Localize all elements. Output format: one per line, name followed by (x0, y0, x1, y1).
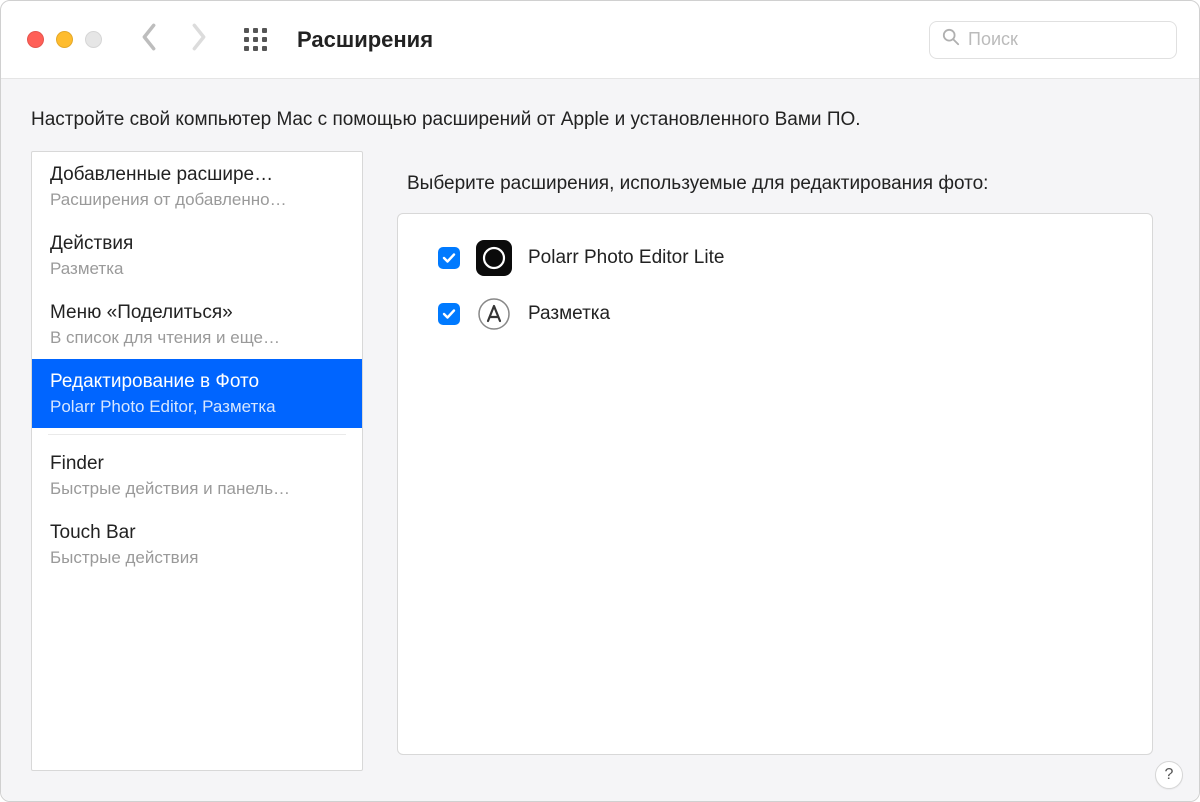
intro-text: Настройте свой компьютер Mac с помощью р… (1, 79, 1199, 151)
window: Расширения Настройте свой компьютер Mac … (0, 0, 1200, 802)
sidebar-divider (48, 434, 346, 435)
sidebar-item-subtitle: Быстрые действия (50, 547, 344, 568)
sidebar-item-subtitle: Разметка (50, 258, 344, 279)
sidebar-item-finder[interactable]: Finder Быстрые действия и панель… (32, 441, 362, 510)
window-controls (27, 31, 102, 48)
sidebar-item-photo-editing[interactable]: Редактирование в Фото Polarr Photo Edito… (32, 359, 362, 428)
titlebar: Расширения (1, 1, 1199, 79)
close-window-button[interactable] (27, 31, 44, 48)
sidebar-item-label: Добавленные расшире… (50, 163, 344, 187)
sidebar-item-touch-bar[interactable]: Touch Bar Быстрые действия (32, 510, 362, 579)
extension-list: Polarr Photo Editor Lite (397, 213, 1153, 755)
search-field[interactable] (929, 21, 1177, 59)
detail-heading: Выберите расширения, используемые для ре… (381, 151, 1169, 213)
sidebar-item-share-menu[interactable]: Меню «Поделиться» В список для чтения и … (32, 290, 362, 359)
markup-icon (476, 296, 512, 332)
sidebar-item-label: Finder (50, 452, 344, 476)
checkbox-markup[interactable] (438, 303, 460, 325)
extension-row-polarr: Polarr Photo Editor Lite (420, 232, 1130, 288)
polarr-icon (476, 240, 512, 276)
extension-label: Разметка (528, 303, 610, 325)
back-button[interactable] (140, 23, 158, 56)
sidebar-item-actions[interactable]: Действия Разметка (32, 221, 362, 290)
all-preferences-icon[interactable] (244, 28, 267, 51)
sidebar-item-subtitle: В список для чтения и еще… (50, 327, 344, 348)
extension-label: Polarr Photo Editor Lite (528, 247, 724, 269)
help-button[interactable]: ? (1155, 761, 1183, 789)
content-body: Настройте свой компьютер Mac с помощью р… (1, 79, 1199, 801)
minimize-window-button[interactable] (56, 31, 73, 48)
columns: Добавленные расшире… Расширения от добав… (1, 151, 1199, 801)
help-icon: ? (1165, 766, 1174, 784)
maximize-window-button[interactable] (85, 31, 102, 48)
extension-row-markup: Разметка (420, 288, 1130, 344)
forward-button[interactable] (190, 23, 208, 56)
sidebar-item-label: Меню «Поделиться» (50, 301, 344, 325)
sidebar-item-label: Редактирование в Фото (50, 370, 344, 394)
search-input[interactable] (968, 29, 1164, 50)
nav-buttons (140, 23, 208, 56)
checkbox-polarr[interactable] (438, 247, 460, 269)
sidebar-item-subtitle: Polarr Photo Editor, Разметка (50, 396, 344, 417)
search-icon (942, 28, 960, 51)
sidebar-item-subtitle: Быстрые действия и панель… (50, 478, 344, 499)
sidebar-item-subtitle: Расширения от добавленно… (50, 189, 344, 210)
sidebar-item-added-extensions[interactable]: Добавленные расшире… Расширения от добав… (32, 152, 362, 221)
page-title: Расширения (297, 27, 433, 53)
sidebar-item-label: Действия (50, 232, 344, 256)
sidebar: Добавленные расшире… Расширения от добав… (31, 151, 363, 771)
detail-panel: Выберите расширения, используемые для ре… (381, 151, 1169, 771)
sidebar-item-label: Touch Bar (50, 521, 344, 545)
